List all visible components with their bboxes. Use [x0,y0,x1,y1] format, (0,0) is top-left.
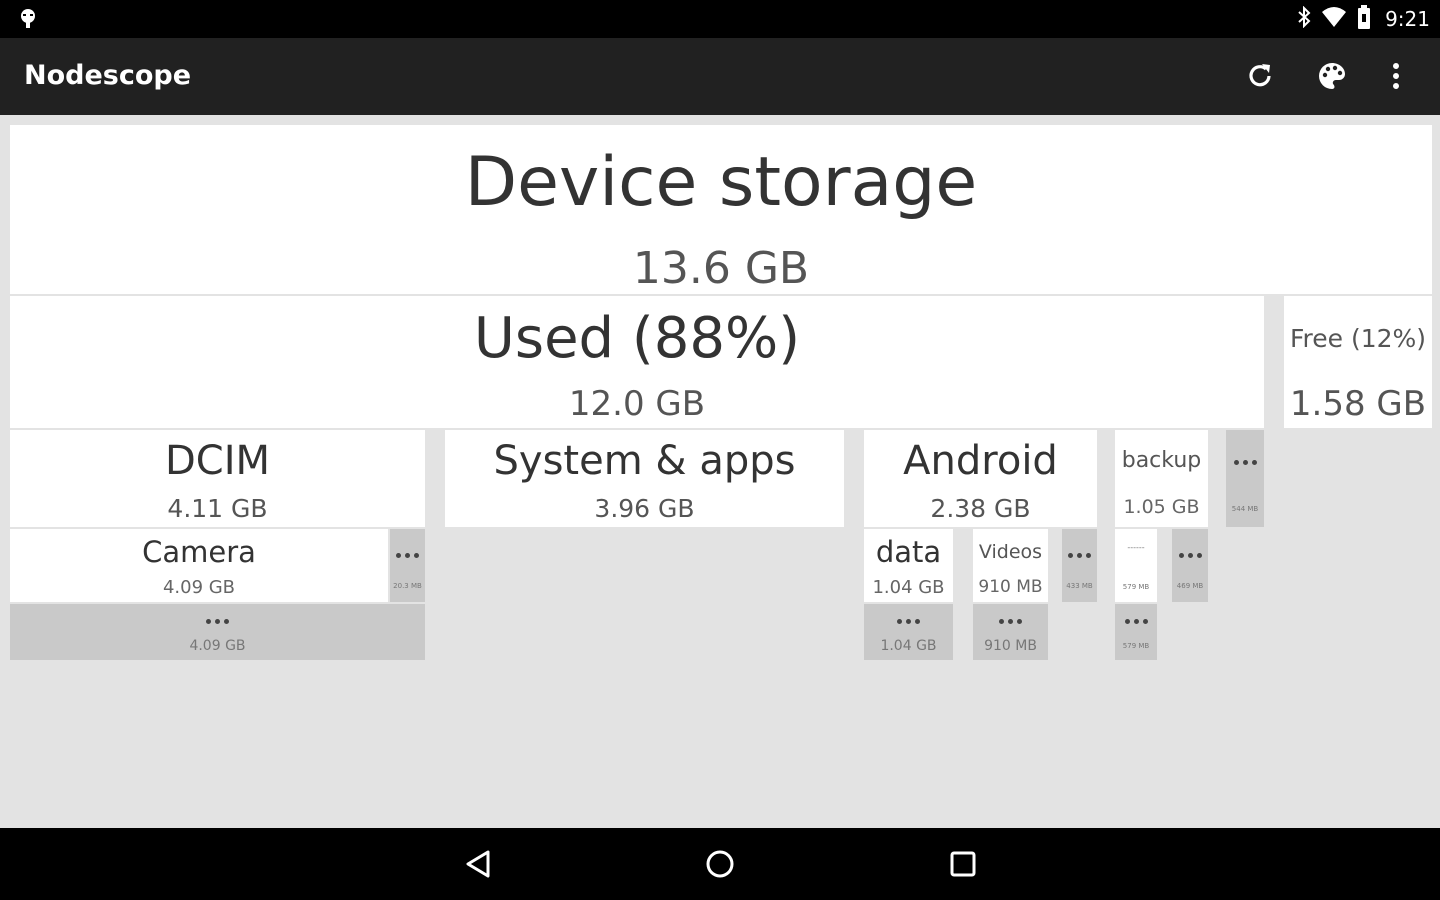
node-name: backup [1121,448,1202,473]
node-size: 544 MB [1231,505,1259,513]
node-size: 1.04 GB [872,577,945,598]
node-name: DCIM [164,438,271,484]
node-size: 910 MB [984,638,1037,654]
node-size: 4.11 GB [167,494,268,523]
more-icon [10,619,425,624]
status-bar: 9:21 [0,0,1440,38]
node-name: data [875,535,942,569]
node-name: Device storage [464,143,978,222]
status-icons: 9:21 [1297,5,1430,33]
node-size: 433 MB [1066,582,1093,590]
node-size: 1.04 GB [880,638,937,654]
node-dcim[interactable]: DCIM 4.11 GB [10,430,425,527]
node-dcim-more[interactable]: 20.3 MB [390,529,425,602]
wifi-icon [1321,6,1347,32]
node-android[interactable]: Android 2.38 GB [864,430,1097,527]
app-title: Nodescope [24,60,192,91]
more-icon [1062,553,1097,558]
node-size: 579 MB [1122,642,1150,650]
refresh-icon[interactable] [1242,58,1278,94]
node-backup[interactable]: backup 1.05 GB [1115,430,1208,527]
recents-icon[interactable] [941,842,985,886]
node-size: 4.09 GB [189,638,246,654]
node-name: Free (12%) [1289,324,1427,353]
clock: 9:21 [1385,7,1430,31]
node-size: 910 MB [978,577,1043,597]
node-videos[interactable]: Videos 910 MB [973,529,1048,602]
node-backup-more[interactable]: 469 MB [1172,529,1208,602]
node-name: System & apps [493,438,796,484]
node-videos-more[interactable]: 910 MB [973,604,1048,660]
home-icon[interactable] [698,842,742,886]
more-icon [1172,553,1208,558]
node-name: Camera [142,535,256,569]
node-free[interactable]: Free (12%) 1.58 GB [1284,296,1432,428]
node-used[interactable]: Used (88%) 12.0 GB [10,296,1264,428]
node-backup-child[interactable]: ------ 579 MB [1115,529,1157,602]
node-android-more[interactable]: 433 MB [1062,529,1097,602]
node-system-apps[interactable]: System & apps 3.96 GB [445,430,844,527]
more-icon [1226,460,1264,465]
node-size: 12.0 GB [568,384,706,424]
node-size: 469 MB [1176,582,1204,590]
overflow-menu-icon[interactable] [1378,58,1414,94]
node-size: 13.6 GB [632,243,810,294]
palette-icon[interactable] [1314,58,1350,94]
node-size: 2.38 GB [930,494,1031,523]
battery-icon [1357,5,1371,33]
node-size: 1.58 GB [1289,384,1427,424]
more-icon [390,553,425,558]
node-name: Android [903,438,1058,484]
node-backup-child-more[interactable]: 579 MB [1115,604,1157,660]
more-icon [1115,619,1157,624]
node-size: 20.3 MB [393,582,422,590]
node-size: 4.09 GB [162,577,236,598]
navigation-bar [0,828,1440,900]
more-icon [973,619,1048,624]
node-size: 3.96 GB [594,494,695,523]
node-name: ------ [1127,543,1145,552]
node-camera-more[interactable]: 4.09 GB [10,604,425,660]
app-bar: Nodescope [0,38,1440,115]
node-used-more[interactable]: 544 MB [1226,430,1264,527]
node-camera[interactable]: Camera 4.09 GB [10,529,388,602]
node-size: 579 MB [1122,583,1150,591]
node-data[interactable]: data 1.04 GB [864,529,953,602]
node-device-storage[interactable]: Device storage 13.6 GB [10,125,1432,294]
node-name: Videos [978,541,1043,563]
node-data-more[interactable]: 1.04 GB [864,604,953,660]
notification-icon [18,8,38,30]
node-size: 1.05 GB [1123,496,1200,518]
more-icon [864,619,953,624]
bluetooth-icon [1297,5,1311,32]
node-name: Used (88%) [473,306,801,371]
treemap: Device storage 13.6 GB Used (88%) 12.0 G… [0,115,1440,828]
back-icon[interactable] [456,842,500,886]
